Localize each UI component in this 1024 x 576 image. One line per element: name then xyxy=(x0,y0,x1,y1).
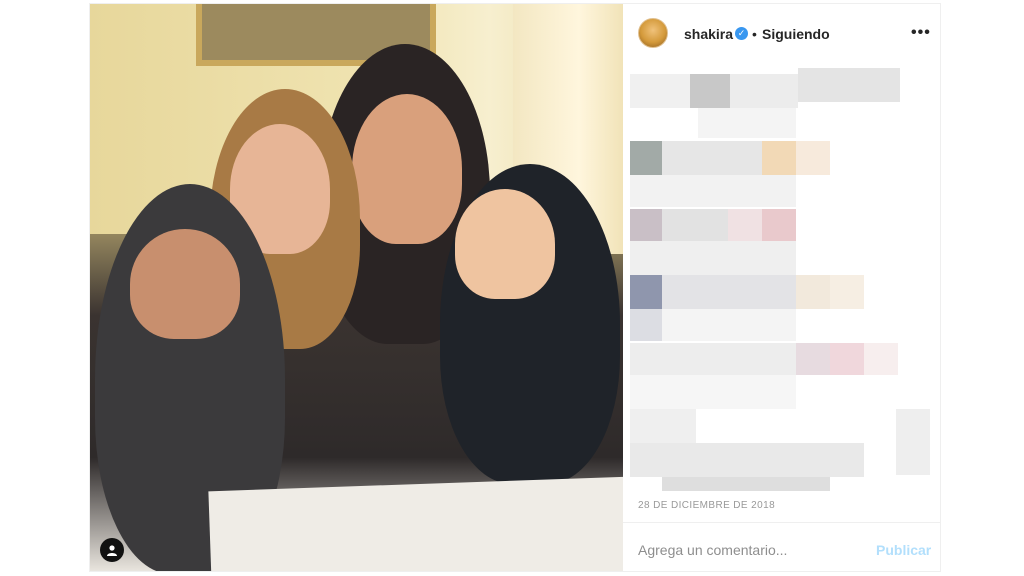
user-tag-icon[interactable] xyxy=(100,538,124,562)
verified-badge-icon: ✓ xyxy=(735,27,748,40)
avatar[interactable] xyxy=(638,18,668,48)
instagram-post: shakira ✓ • Siguiendo ••• 28 DE DICIEMBR… xyxy=(89,3,941,572)
pixelated-comments-area xyxy=(630,66,932,492)
photo-face-right-child xyxy=(455,189,555,299)
photo-tablecloth xyxy=(208,476,623,571)
post-sidebar: shakira ✓ • Siguiendo ••• 28 DE DICIEMBR… xyxy=(623,4,940,571)
comment-divider xyxy=(623,522,940,523)
username-link[interactable]: shakira xyxy=(684,26,733,42)
publish-button[interactable]: Publicar xyxy=(876,542,931,558)
photo-face-center xyxy=(352,94,462,244)
photo-face-left-child xyxy=(130,229,240,339)
header-separator: • xyxy=(752,26,757,42)
more-options-icon[interactable]: ••• xyxy=(911,24,931,42)
post-header: shakira ✓ • Siguiendo ••• xyxy=(623,4,940,64)
comment-input[interactable]: Agrega un comentario... xyxy=(638,542,787,558)
post-photo[interactable] xyxy=(90,4,623,571)
following-button[interactable]: Siguiendo xyxy=(762,26,830,42)
post-date: 28 DE DICIEMBRE DE 2018 xyxy=(638,500,776,511)
